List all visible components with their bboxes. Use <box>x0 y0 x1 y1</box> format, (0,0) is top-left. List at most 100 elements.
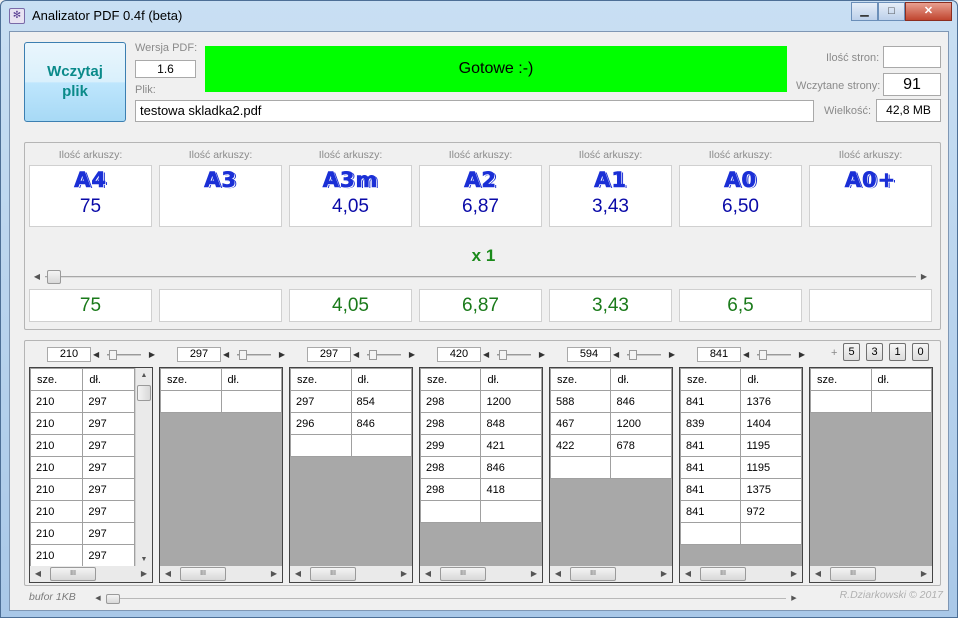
size-grid[interactable]: sze. dł. 841 1376 839 1404 841 1195 841 1195 841 13… <box>679 367 803 583</box>
quick-button-0[interactable]: 0 <box>912 343 929 361</box>
quick-button-1[interactable]: 1 <box>889 343 906 361</box>
column-header-length[interactable]: dł. <box>480 368 542 391</box>
cell-length[interactable]: 854 <box>350 390 412 413</box>
scroll-thumb[interactable] <box>137 385 151 401</box>
scroll-right-icon[interactable]: ▶ <box>788 591 800 607</box>
buffer-slider[interactable]: ◀ ▶ <box>92 591 800 607</box>
horizontal-scrollbar[interactable]: ◀ III ▶ <box>680 566 802 582</box>
column-width-slider[interactable]: ◀ ▶ <box>743 348 805 362</box>
cell-length[interactable]: 1200 <box>610 412 672 435</box>
cell-length[interactable]: 421 <box>480 434 542 457</box>
scroll-right-icon[interactable]: ▶ <box>266 566 282 582</box>
cell-width[interactable]: 839 <box>680 412 742 435</box>
cell-width[interactable] <box>420 500 482 523</box>
cell-length[interactable] <box>350 434 412 457</box>
scroll-left-icon[interactable]: ◀ <box>290 566 306 582</box>
table-row[interactable]: 210 297 <box>30 478 135 501</box>
table-row[interactable]: 297 854 <box>290 390 412 413</box>
column-width-input[interactable]: 420 <box>437 347 481 362</box>
cell-length[interactable] <box>870 390 932 413</box>
cell-width[interactable]: 210 <box>30 412 84 435</box>
arrow-left-icon[interactable]: ◀ <box>93 348 99 362</box>
arrow-left-icon[interactable]: ◀ <box>223 348 229 362</box>
cell-width[interactable]: 298 <box>420 456 482 479</box>
table-row[interactable]: 467 1200 <box>550 412 672 435</box>
scroll-right-icon[interactable]: ▶ <box>136 566 152 582</box>
cell-length[interactable]: 848 <box>480 412 542 435</box>
cell-length[interactable]: 1375 <box>740 478 802 501</box>
arrow-right-icon[interactable]: ▶ <box>799 348 805 362</box>
table-row[interactable]: 841 1195 <box>680 456 802 479</box>
cell-width[interactable]: 210 <box>30 434 84 457</box>
cell-length[interactable]: 297 <box>82 434 135 457</box>
column-header-width[interactable]: sze. <box>680 368 742 391</box>
cell-width[interactable]: 841 <box>680 390 742 413</box>
scroll-thumb[interactable]: III <box>830 567 876 581</box>
arrow-right-icon[interactable]: ▶ <box>149 348 155 362</box>
cell-width[interactable] <box>160 390 222 413</box>
cell-width[interactable]: 210 <box>30 478 84 501</box>
size-grid[interactable]: sze. dł. 298 1200 298 848 299 421 298 846 298 418 ◀ I… <box>419 367 543 583</box>
cell-width[interactable]: 210 <box>30 544 84 567</box>
cell-width[interactable]: 841 <box>680 434 742 457</box>
table-row[interactable] <box>550 456 672 479</box>
cell-length[interactable]: 1404 <box>740 412 802 435</box>
cell-length[interactable]: 297 <box>82 412 135 435</box>
scroll-right-icon[interactable]: ▶ <box>526 566 542 582</box>
cell-width[interactable] <box>550 456 612 479</box>
cell-length[interactable]: 297 <box>82 522 135 545</box>
scroll-left-icon[interactable]: ◀ <box>550 566 566 582</box>
horizontal-scrollbar[interactable]: ◀ III ▶ <box>30 566 152 582</box>
table-row[interactable]: 298 1200 <box>420 390 542 413</box>
table-row[interactable]: 210 297 <box>30 456 135 479</box>
scroll-right-icon[interactable]: ▶ <box>916 269 932 285</box>
column-width-input[interactable]: 297 <box>307 347 351 362</box>
size-grid[interactable]: sze. dł. ◀ III ▶ <box>809 367 933 583</box>
cell-width[interactable]: 210 <box>30 390 84 413</box>
cell-length[interactable] <box>220 390 282 413</box>
arrow-left-icon[interactable]: ◀ <box>483 348 489 362</box>
scroll-left-icon[interactable]: ◀ <box>29 269 45 285</box>
scroll-right-icon[interactable]: ▶ <box>396 566 412 582</box>
multiplier-slider[interactable]: ◀ ▶ <box>29 269 932 285</box>
column-header-width[interactable]: sze. <box>420 368 482 391</box>
cell-length[interactable]: 1195 <box>740 456 802 479</box>
slider-thumb[interactable] <box>499 350 507 360</box>
table-row[interactable]: 841 972 <box>680 500 802 523</box>
slider-thumb[interactable] <box>106 594 120 604</box>
table-row[interactable]: 210 297 <box>30 434 135 457</box>
table-row[interactable]: 210 297 <box>30 522 135 545</box>
maximize-button[interactable]: □ <box>878 2 905 21</box>
quick-button-3[interactable]: 3 <box>866 343 883 361</box>
column-width-input[interactable]: 841 <box>697 347 741 362</box>
cell-length[interactable]: 846 <box>480 456 542 479</box>
column-width-input[interactable]: 297 <box>177 347 221 362</box>
arrow-right-icon[interactable]: ▶ <box>669 348 675 362</box>
cell-length[interactable]: 297 <box>82 456 135 479</box>
cell-width[interactable]: 298 <box>420 412 482 435</box>
column-width-slider[interactable]: ◀ ▶ <box>613 348 675 362</box>
column-header-width[interactable]: sze. <box>290 368 352 391</box>
horizontal-scrollbar[interactable]: ◀ III ▶ <box>160 566 282 582</box>
column-header-length[interactable]: dł. <box>350 368 412 391</box>
size-grid[interactable]: sze. dł. 588 846 467 1200 422 678 ◀ III ▶ <box>549 367 673 583</box>
table-row[interactable] <box>160 390 282 413</box>
scroll-thumb[interactable]: III <box>440 567 486 581</box>
slider-thumb[interactable] <box>239 350 247 360</box>
table-row[interactable] <box>680 522 802 545</box>
cell-length[interactable]: 297 <box>82 500 135 523</box>
cell-width[interactable]: 422 <box>550 434 612 457</box>
cell-width[interactable]: 841 <box>680 478 742 501</box>
cell-length[interactable] <box>480 500 542 523</box>
cell-length[interactable]: 418 <box>480 478 542 501</box>
horizontal-scrollbar[interactable]: ◀ III ▶ <box>810 566 932 582</box>
cell-width[interactable]: 841 <box>680 500 742 523</box>
slider-thumb[interactable] <box>759 350 767 360</box>
scroll-left-icon[interactable]: ◀ <box>92 591 104 607</box>
cell-length[interactable]: 297 <box>82 478 135 501</box>
scroll-left-icon[interactable]: ◀ <box>680 566 696 582</box>
scroll-left-icon[interactable]: ◀ <box>810 566 826 582</box>
cell-length[interactable]: 846 <box>350 412 412 435</box>
cell-width[interactable] <box>810 390 872 413</box>
column-width-slider[interactable]: ◀ ▶ <box>483 348 545 362</box>
